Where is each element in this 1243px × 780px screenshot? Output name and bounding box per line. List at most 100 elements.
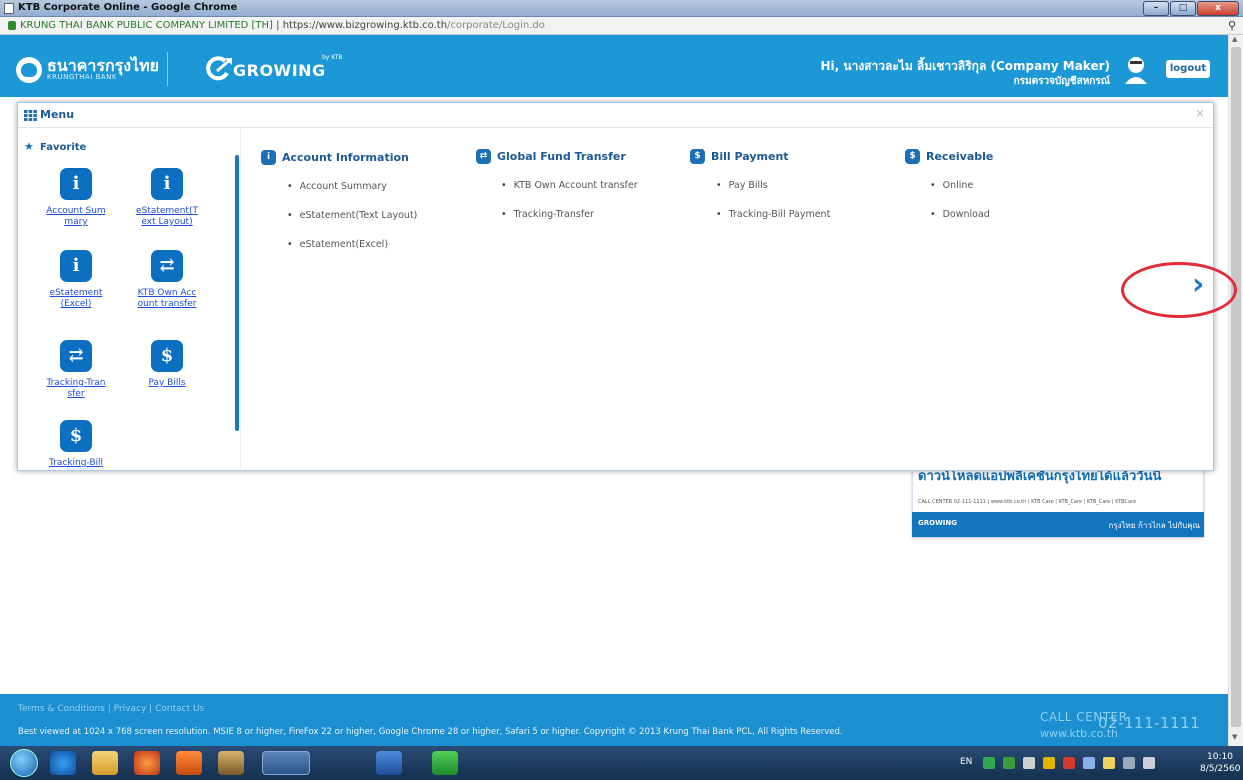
bank-name-en: KRUNGTHAI BANK bbox=[47, 73, 118, 81]
tray-network-icon[interactable] bbox=[983, 757, 995, 769]
footer-link-privacy[interactable]: Privacy bbox=[114, 704, 147, 714]
banner-links: CALL CENTER 02-111-1111 | www.ktb.co.th … bbox=[918, 499, 1137, 505]
window-title: KTB Corporate Online - Google Chrome bbox=[18, 2, 238, 13]
favorite-label[interactable]: Tracking-Transfer bbox=[45, 378, 107, 400]
scrollbar-thumb[interactable] bbox=[1231, 47, 1241, 727]
chrome-icon[interactable] bbox=[262, 751, 310, 775]
ktb-logo-icon bbox=[16, 57, 42, 83]
favorite-item-ktb-own-transfer[interactable]: ⇄ KTB Own Account transfer bbox=[136, 250, 198, 310]
receivable-icon: $ bbox=[905, 149, 920, 164]
footer-separator: | bbox=[149, 704, 153, 714]
tray-app-icon[interactable] bbox=[1083, 757, 1095, 769]
tray-app-icon[interactable] bbox=[1023, 757, 1035, 769]
footer-separator: | bbox=[107, 704, 111, 714]
firefox-icon[interactable] bbox=[134, 751, 160, 775]
dollar-icon: $ bbox=[151, 340, 183, 372]
tray-flag-icon[interactable] bbox=[1103, 757, 1115, 769]
info-icon: i bbox=[60, 250, 92, 282]
menu-link-estatement-excel[interactable]: eStatement(Excel) bbox=[287, 239, 388, 250]
favorite-item-estatement-excel[interactable]: i eStatement(Excel) bbox=[45, 250, 107, 310]
footer-link-terms[interactable]: Terms & Conditions bbox=[18, 704, 105, 714]
site-identity: KRUNG THAI BANK PUBLIC COMPANY LIMITED [… bbox=[20, 20, 273, 31]
line-app-icon[interactable] bbox=[432, 751, 458, 775]
minimize-button[interactable]: – bbox=[1143, 1, 1169, 16]
menu-close-button[interactable]: × bbox=[1195, 106, 1205, 120]
user-avatar-icon bbox=[1125, 57, 1147, 84]
start-button-icon[interactable] bbox=[10, 749, 38, 777]
banner-logo: GROWING bbox=[918, 519, 958, 527]
page-icon bbox=[4, 3, 14, 14]
menu-link-estatement-text[interactable]: eStatement(Text Layout) bbox=[287, 210, 418, 221]
tray-app-icon[interactable] bbox=[1063, 757, 1075, 769]
clock-date: 8/5/2560 bbox=[1200, 764, 1241, 774]
footer-website[interactable]: www.ktb.co.th bbox=[1040, 727, 1118, 740]
category-receivable: Receivable bbox=[926, 150, 994, 163]
dollar-icon: $ bbox=[690, 149, 705, 164]
growing-logo-text: GROWING bbox=[233, 61, 326, 80]
address-separator: | bbox=[276, 20, 280, 31]
transfer-icon: ⇄ bbox=[60, 340, 92, 372]
star-icon: ★ bbox=[24, 140, 34, 153]
address-bar[interactable]: KRUNG THAI BANK PUBLIC COMPANY LIMITED [… bbox=[0, 17, 1243, 35]
window-titlebar: KTB Corporate Online - Google Chrome bbox=[0, 0, 1243, 17]
footer-link-contact[interactable]: Contact Us bbox=[155, 704, 204, 714]
growing-by-text: by KTB bbox=[322, 54, 343, 61]
scroll-up-icon[interactable]: ▲ bbox=[1232, 35, 1237, 43]
menu-link-tracking-transfer[interactable]: Tracking-Transfer bbox=[501, 209, 594, 220]
file-explorer-icon[interactable] bbox=[92, 751, 118, 775]
grid-icon bbox=[24, 110, 37, 121]
red-circle-annotation bbox=[1121, 262, 1237, 318]
menu-header bbox=[18, 103, 1213, 128]
favorite-label[interactable]: eStatement(Text Layout) bbox=[136, 206, 198, 228]
ie-browser-icon[interactable] bbox=[50, 751, 76, 775]
favorite-label[interactable]: KTB Own Account transfer bbox=[136, 288, 198, 310]
favorite-label[interactable]: eStatement(Excel) bbox=[45, 288, 107, 310]
favorite-item-tracking-bill[interactable]: $ Tracking-Bill bbox=[45, 420, 107, 468]
pin-icon[interactable]: ⚲ bbox=[1228, 19, 1236, 32]
address-text[interactable]: KRUNG THAI BANK PUBLIC COMPANY LIMITED [… bbox=[20, 20, 545, 31]
favorite-item-tracking-transfer[interactable]: ⇄ Tracking-Transfer bbox=[45, 340, 107, 400]
favorite-label[interactable]: Pay Bills bbox=[136, 378, 198, 389]
category-bill-payment: Bill Payment bbox=[711, 150, 789, 163]
favorite-scrollbar[interactable] bbox=[235, 155, 239, 431]
maximize-button[interactable]: □ bbox=[1170, 1, 1196, 16]
url-base: https://www.bizgrowing.ktb.co.th bbox=[282, 20, 448, 31]
menu-link-account-summary[interactable]: Account Summary bbox=[287, 181, 387, 192]
favorite-label[interactable]: Account Summary bbox=[45, 206, 107, 228]
menu-link-online[interactable]: Online bbox=[930, 180, 974, 191]
menu-link-tracking-bill-payment[interactable]: Tracking-Bill Payment bbox=[716, 209, 831, 220]
category-global-fund-transfer: Global Fund Transfer bbox=[497, 150, 626, 163]
info-icon: i bbox=[151, 168, 183, 200]
word-icon[interactable] bbox=[376, 751, 402, 775]
banner-slogan: กรุงไทย ก้าวไกล ไปกับคุณ bbox=[1108, 521, 1200, 530]
app-icon[interactable] bbox=[218, 751, 244, 775]
tray-network-icon[interactable] bbox=[1123, 757, 1135, 769]
favorite-label[interactable]: Tracking-Bill bbox=[45, 458, 107, 468]
header-divider bbox=[167, 52, 168, 86]
menu-link-download[interactable]: Download bbox=[930, 209, 990, 220]
clock-time: 10:10 bbox=[1207, 752, 1233, 762]
favorite-item-pay-bills[interactable]: $ Pay Bills bbox=[136, 340, 198, 389]
scroll-down-icon[interactable]: ▼ bbox=[1232, 733, 1237, 741]
favorite-item-estatement-text[interactable]: i eStatement(Text Layout) bbox=[136, 168, 198, 228]
growing-logo-icon bbox=[206, 56, 232, 81]
close-window-button[interactable]: x bbox=[1197, 1, 1239, 16]
lock-icon bbox=[8, 21, 16, 30]
footer-links: Terms & Conditions | Privacy | Contact U… bbox=[18, 704, 204, 714]
logout-button[interactable]: logout bbox=[1166, 60, 1210, 78]
dollar-icon: $ bbox=[60, 420, 92, 452]
menu-link-ktb-own-transfer[interactable]: KTB Own Account transfer bbox=[501, 180, 638, 191]
tray-clock[interactable]: 10:10 8/5/2560 bbox=[1200, 751, 1240, 775]
volume-icon[interactable] bbox=[1143, 757, 1155, 769]
transfer-icon: ⇄ bbox=[476, 149, 491, 164]
favorite-item-account-summary[interactable]: i Account Summary bbox=[45, 168, 107, 228]
tray-app-icon[interactable] bbox=[1003, 757, 1015, 769]
info-icon: i bbox=[60, 168, 92, 200]
language-indicator[interactable]: EN bbox=[960, 757, 972, 767]
footer-copyright: Best viewed at 1024 x 768 screen resolut… bbox=[18, 727, 843, 737]
tray-app-icon[interactable] bbox=[1043, 757, 1055, 769]
menu-link-pay-bills[interactable]: Pay Bills bbox=[716, 180, 768, 191]
category-account-information: Account Information bbox=[282, 151, 409, 164]
page-scrollbar[interactable]: ▲ ▼ bbox=[1228, 35, 1243, 746]
media-player-icon[interactable] bbox=[176, 751, 202, 775]
